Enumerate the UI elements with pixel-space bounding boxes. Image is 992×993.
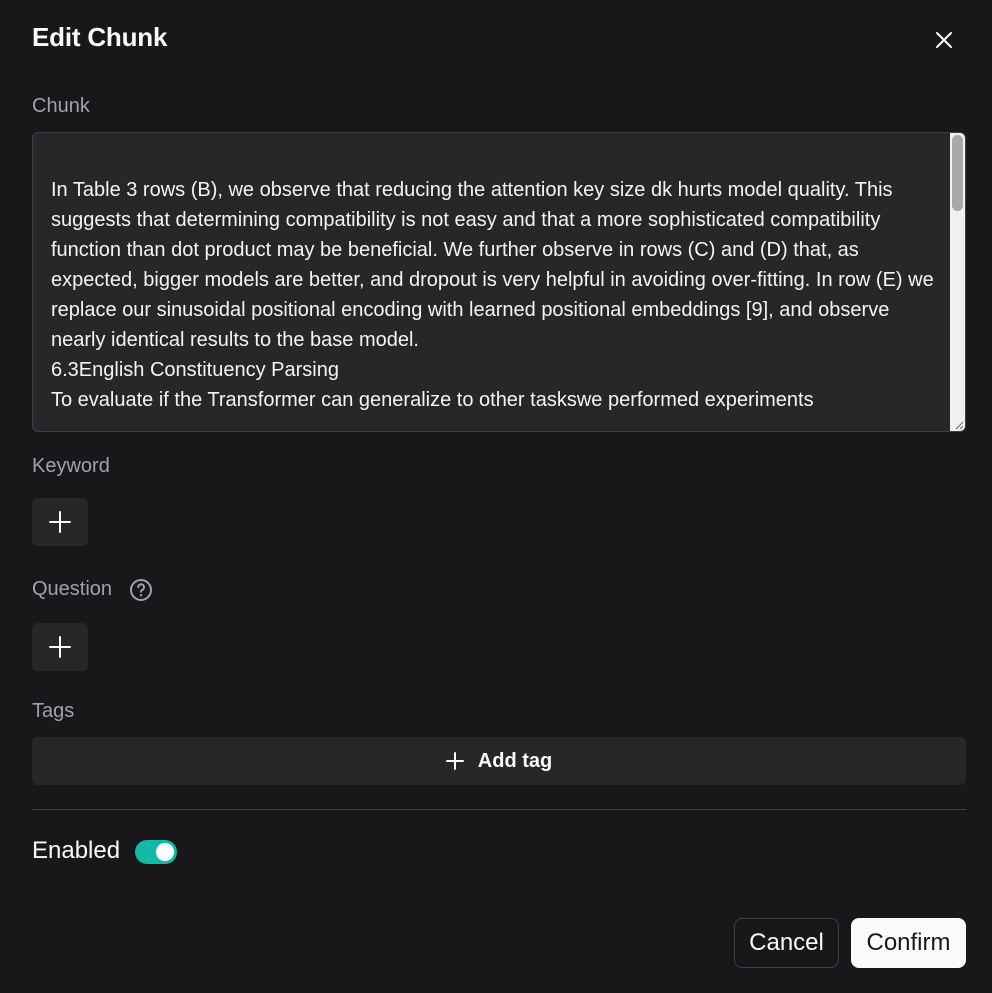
enabled-toggle[interactable]	[135, 840, 177, 864]
enabled-label: Enabled	[32, 837, 121, 864]
add-tag-button[interactable]: Add tag	[32, 737, 966, 785]
chunk-text: In Table 3 rows (B), we observe that red…	[51, 179, 934, 411]
chunk-textarea[interactable]: In Table 3 rows (B), we observe that red…	[32, 132, 966, 432]
textarea-scrollbar[interactable]	[950, 133, 965, 431]
cancel-button[interactable]: Cancel	[734, 918, 839, 968]
help-circle-icon[interactable]	[129, 578, 153, 602]
add-keyword-button[interactable]	[32, 498, 88, 546]
keyword-label: Keyword	[32, 455, 110, 477]
close-icon	[936, 32, 952, 48]
plus-icon	[445, 752, 464, 770]
tags-label: Tags	[32, 700, 75, 722]
confirm-button[interactable]: Confirm	[851, 918, 966, 968]
close-button[interactable]	[928, 24, 960, 56]
scrollbar-thumb[interactable]	[952, 135, 963, 211]
divider	[32, 809, 966, 810]
toggle-knob	[156, 843, 174, 861]
dialog-title: Edit Chunk	[32, 22, 168, 52]
plus-icon	[49, 511, 71, 533]
question-label: Question	[32, 578, 113, 600]
add-question-button[interactable]	[32, 623, 88, 671]
edit-chunk-dialog: Edit Chunk Chunk In Table 3 rows (B), we…	[0, 0, 992, 993]
resize-handle-icon[interactable]	[952, 418, 964, 430]
chunk-label: Chunk	[32, 95, 90, 117]
plus-icon	[49, 636, 71, 658]
add-tag-label: Add tag	[477, 749, 553, 772]
